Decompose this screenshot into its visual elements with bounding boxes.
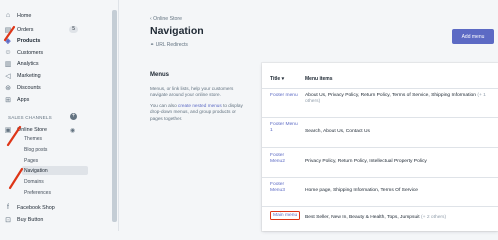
sales-channels-heading: SALES CHANNELS — [8, 115, 52, 120]
menu-items-cell: Best Seller, New In, Beauty & Health, To… — [305, 215, 447, 220]
menus-description: Menus, or link lists, help your customer… — [150, 86, 243, 121]
customers-icon: ☺ — [4, 49, 12, 56]
sidebar-item-label: Discounts — [17, 84, 41, 91]
marketing-icon: ◁ — [5, 72, 11, 80]
sidebar-item-label: Facebook Shop — [17, 204, 55, 211]
sidebar-item-label: Orders — [17, 26, 34, 33]
sidebar-item-facebook-shop[interactable]: f Facebook Shop — [4, 202, 110, 213]
orders-icon: ▤ — [4, 26, 12, 34]
sidebar-item-apps[interactable]: ⊞ Apps — [4, 94, 110, 105]
sidebar-subitem-preferences[interactable]: Preferences — [22, 188, 94, 197]
add-channel-icon[interactable]: + — [70, 113, 77, 120]
sidebar-item-label: Products — [17, 37, 41, 44]
menu-items-cell: Search, About Us, Contact Us — [305, 129, 370, 134]
menu-items-cell: Privacy Policy, Return Policy, Intellect… — [305, 159, 427, 164]
menu-title-link[interactable]: Footer Menu2 — [270, 153, 298, 166]
sidebar-subitem-pages[interactable]: Pages — [22, 156, 94, 165]
sidebar-item-orders[interactable]: ▤ Orders 5 — [4, 24, 110, 35]
menu-title-link[interactable]: Footer menu — [270, 93, 298, 99]
sidebar-item-label: Marketing — [17, 72, 41, 79]
store-icon: ▣ — [4, 126, 12, 134]
apps-icon: ⊞ — [5, 96, 11, 104]
add-menu-button[interactable]: Add menu — [452, 29, 494, 44]
column-header-menu-items: Menu items — [305, 76, 333, 82]
sidebar: ⌂ Home ▤ Orders 5 ◈ Products ☺ Customers… — [0, 0, 119, 231]
sidebar-item-label: Home — [17, 12, 32, 19]
sidebar-item-buy-button[interactable]: ⊡ Buy Button — [4, 214, 110, 225]
sidebar-item-discounts[interactable]: ⊛ Discounts — [4, 82, 110, 93]
page-title: Navigation — [150, 25, 204, 37]
column-header-title[interactable]: Title ▾ — [270, 76, 284, 82]
sidebar-item-label: Apps — [17, 96, 30, 103]
sidebar-item-marketing[interactable]: ◁ Marketing — [4, 70, 110, 81]
menus-table: Title ▾ Menu items Footer menu About Us,… — [262, 63, 498, 231]
menus-heading: Menus — [150, 72, 170, 78]
analytics-icon: ▥ — [4, 60, 12, 68]
sidebar-item-label: Customers — [17, 49, 44, 56]
products-icon: ◈ — [5, 37, 11, 45]
sidebar-subitem-navigation[interactable]: Navigation — [22, 166, 88, 175]
sidebar-item-analytics[interactable]: ▥ Analytics — [4, 58, 110, 69]
sidebar-item-label: Buy Button — [17, 216, 44, 223]
menu-title-link[interactable]: Footer Menu3 — [270, 182, 298, 195]
discounts-icon: ⊛ — [5, 84, 11, 92]
sidebar-subitem-domains[interactable]: Domains — [22, 177, 94, 186]
breadcrumb-online-store[interactable]: ‹ Online Store — [150, 16, 182, 22]
buy-button-icon: ⊡ — [5, 216, 11, 224]
sidebar-subitem-themes[interactable]: Themes — [22, 134, 94, 143]
sidebar-item-label: Analytics — [17, 60, 39, 67]
sidebar-subitem-blog-posts[interactable]: Blog posts — [22, 145, 94, 154]
eye-icon[interactable]: ◉ — [70, 127, 75, 134]
menu-title-link-main-menu[interactable]: Main menu — [270, 211, 310, 220]
highlight-box: Main menu — [270, 211, 301, 220]
menu-items-cell: Home page, Shipping Information, Terms O… — [305, 188, 418, 193]
sidebar-item-label: Online Store — [17, 126, 47, 133]
menu-items-cell: About Us, Privacy Policy, Return Policy,… — [305, 93, 486, 105]
sidebar-scrollbar[interactable] — [112, 10, 117, 222]
home-icon: ⌂ — [5, 12, 11, 19]
facebook-icon: f — [7, 204, 9, 211]
url-redirects-link[interactable]: ⚭ URL Redirects — [150, 42, 188, 48]
orders-count-badge: 5 — [69, 26, 78, 33]
menu-title-link[interactable]: Footer Menu 1 — [270, 122, 298, 135]
sidebar-item-home[interactable]: ⌂ Home — [4, 10, 110, 21]
sidebar-item-products[interactable]: ◈ Products — [4, 35, 110, 46]
create-nested-menus-link[interactable]: create nested menus — [178, 103, 222, 108]
sidebar-item-customers[interactable]: ☺ Customers — [4, 47, 110, 58]
